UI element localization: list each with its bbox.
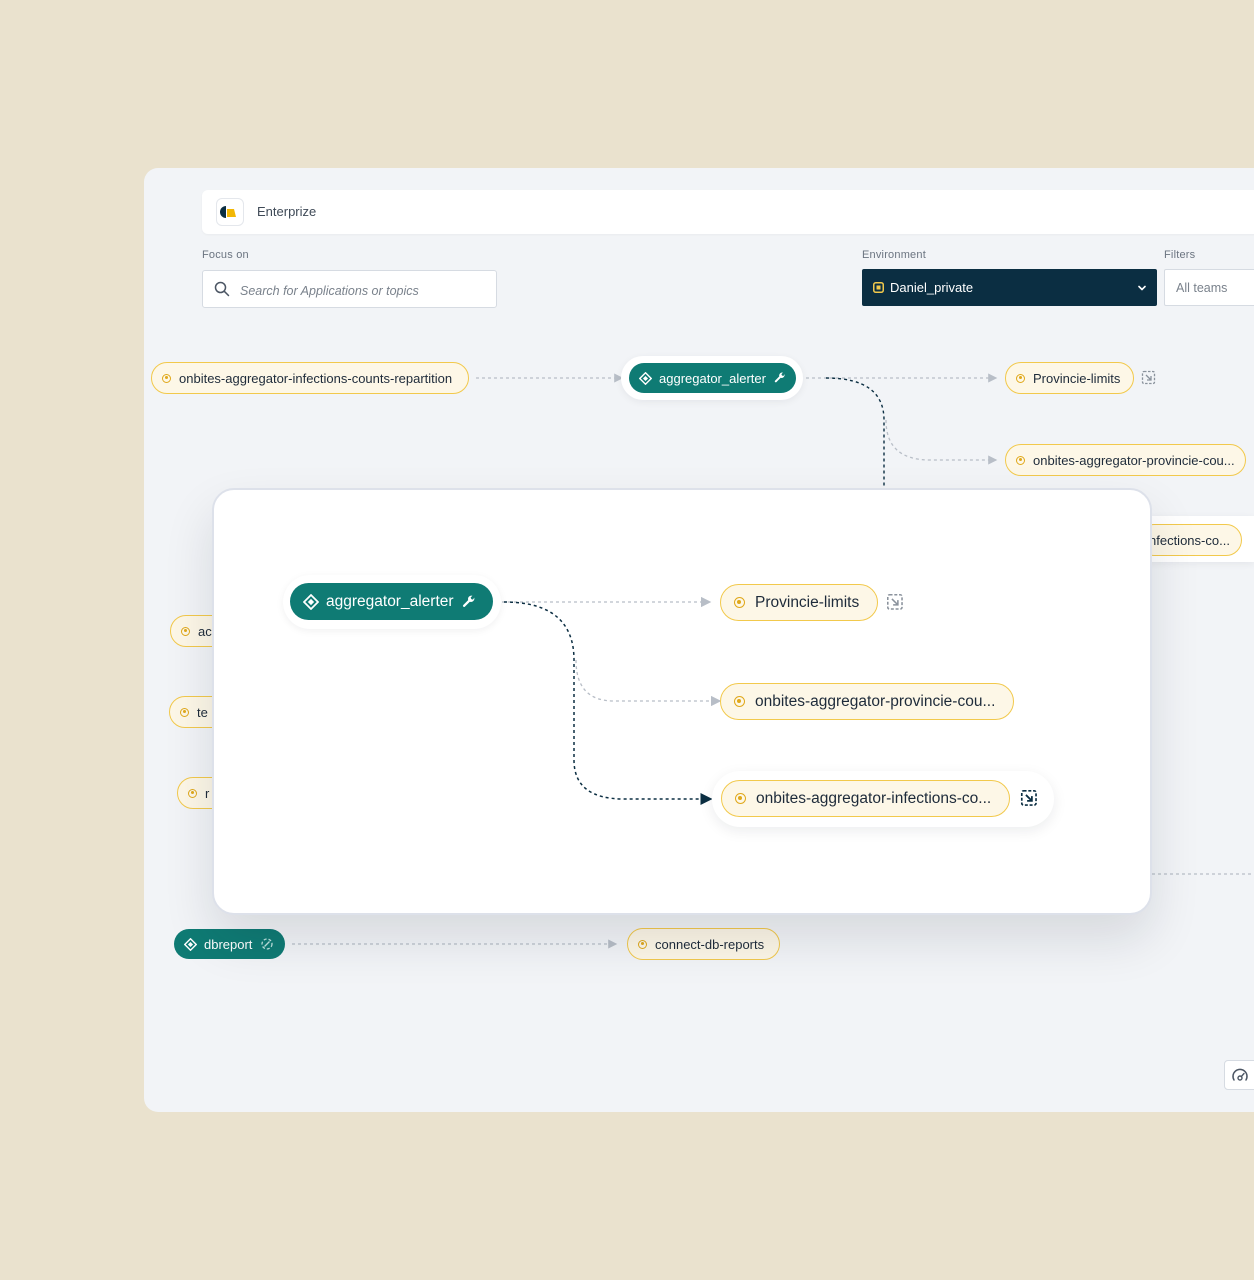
topic-label: Provincie-limits xyxy=(1033,370,1121,386)
wrench-icon xyxy=(774,372,786,384)
app-node[interactable]: dbreport xyxy=(174,929,285,959)
topic-icon xyxy=(180,707,189,717)
app-label: dbreport xyxy=(204,936,253,952)
topic-icon xyxy=(734,597,745,608)
diamond-icon xyxy=(184,937,197,951)
topic-icon xyxy=(162,373,171,383)
open-in-new-icon[interactable] xyxy=(886,593,905,612)
topic-icon xyxy=(1016,373,1025,383)
topic-label: onbites-aggregator-provincie-cou... xyxy=(1033,452,1235,468)
topic-label: nfections-co... xyxy=(1149,532,1230,548)
topic-node[interactable]: Provincie-limits xyxy=(1005,362,1134,394)
wrench-icon xyxy=(462,595,476,609)
zoom-topic-node[interactable]: onbites-aggregator-infections-co... xyxy=(721,780,1010,817)
topic-label: onbites-aggregator-infections-counts-rep… xyxy=(179,370,453,386)
topic-label: r xyxy=(205,785,210,801)
topic-label: onbites-aggregator-provincie-cou... xyxy=(755,692,996,710)
connector-icon xyxy=(260,937,274,951)
topic-icon xyxy=(638,939,647,949)
open-in-new-icon[interactable] xyxy=(1141,370,1157,386)
topic-icon xyxy=(188,788,197,798)
edge-alerter-to-provincie-cou xyxy=(885,419,998,465)
topic-node[interactable]: onbites-aggregator-provincie-cou... xyxy=(1005,444,1246,476)
app-label: aggregator_alerter xyxy=(326,592,454,610)
zoom-panel: aggregator_alerter Provincie-limits onbi… xyxy=(212,488,1152,915)
topic-node[interactable]: connect-db-reports xyxy=(627,928,780,960)
diamond-icon xyxy=(639,371,652,385)
topic-label: te xyxy=(197,704,208,720)
topic-label: onbites-aggregator-infections-co... xyxy=(756,789,992,807)
edge-alerter-to-infections xyxy=(825,377,885,488)
zoom-app-node[interactable]: aggregator_alerter xyxy=(290,583,493,620)
open-in-new-icon[interactable] xyxy=(1020,789,1039,808)
topic-node[interactable]: nfections-co... xyxy=(1138,524,1242,556)
topic-icon xyxy=(1016,455,1025,465)
zoom-topic-node[interactable]: onbites-aggregator-provincie-cou... xyxy=(720,683,1014,720)
zoom-topic-node[interactable]: Provincie-limits xyxy=(720,584,878,621)
topic-label: ac xyxy=(198,623,212,639)
gauge-button[interactable] xyxy=(1224,1060,1254,1090)
topic-icon xyxy=(735,793,746,804)
zoom-edge-infections xyxy=(503,601,713,805)
app-label: aggregator_alerter xyxy=(659,370,766,386)
topic-label: Provincie-limits xyxy=(755,593,860,611)
gauge-icon xyxy=(1232,1068,1248,1081)
topic-node[interactable]: onbites-aggregator-infections-counts-rep… xyxy=(151,362,469,394)
topic-icon xyxy=(181,626,190,636)
zoom-edge-provincie-cou xyxy=(575,659,722,707)
topic-icon xyxy=(734,696,745,707)
diamond-icon xyxy=(303,593,319,610)
topic-label: connect-db-reports xyxy=(655,936,765,952)
app-node[interactable]: aggregator_alerter xyxy=(629,363,796,393)
